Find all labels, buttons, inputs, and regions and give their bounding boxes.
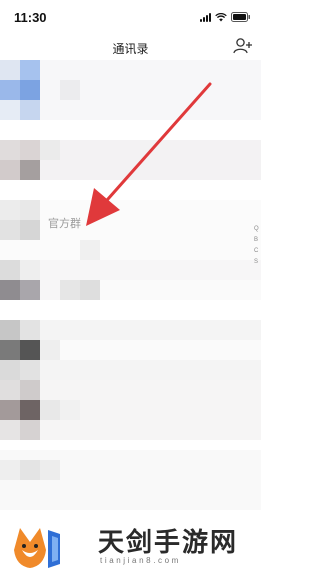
- avatar: [20, 60, 40, 80]
- avatar: [0, 140, 20, 160]
- avatar: [0, 360, 20, 380]
- avatar: [0, 380, 20, 400]
- fox-logo-icon: [10, 520, 68, 572]
- avatar: [0, 80, 20, 100]
- avatar: [0, 60, 20, 80]
- index-letter[interactable]: B: [254, 237, 259, 244]
- blurred-name: [40, 400, 60, 420]
- blurred-name: [80, 240, 100, 260]
- avatar: [0, 280, 20, 300]
- blurred-name: [40, 340, 60, 360]
- avatar: [0, 400, 20, 420]
- list-item[interactable]: [0, 380, 261, 440]
- avatar: [20, 280, 40, 300]
- avatar: [0, 100, 20, 120]
- avatar: [20, 160, 40, 180]
- blurred-name: [80, 280, 100, 300]
- list-item[interactable]: [0, 260, 261, 300]
- avatar: [20, 360, 40, 380]
- blurred-name: [60, 280, 80, 300]
- avatar: [20, 420, 40, 440]
- avatar: [20, 260, 40, 280]
- avatar: [20, 340, 40, 360]
- avatar: [20, 380, 40, 400]
- contact-name: 官方群: [48, 218, 81, 230]
- avatar: [0, 320, 20, 340]
- page-title: 通讯录: [112, 42, 149, 56]
- status-time: 11:30: [14, 9, 47, 25]
- avatar: [0, 460, 20, 480]
- list-item[interactable]: 官方群: [0, 200, 261, 260]
- list-item[interactable]: [0, 140, 261, 180]
- avatar: [0, 260, 20, 280]
- avatar: [0, 200, 20, 220]
- list-item[interactable]: [0, 450, 261, 510]
- blurred-name: [40, 460, 60, 480]
- contact-list: 官方群: [0, 60, 261, 510]
- list-item[interactable]: [0, 60, 261, 120]
- watermark-brand: 天剑手游网: [98, 528, 239, 558]
- status-bar: 11:30: [0, 0, 261, 34]
- battery-icon: [231, 12, 250, 22]
- index-letter[interactable]: C: [254, 248, 259, 255]
- avatar: [20, 100, 40, 120]
- list-item[interactable]: [0, 320, 261, 380]
- add-contact-icon[interactable]: [233, 37, 253, 55]
- index-letter[interactable]: Q: [254, 226, 259, 233]
- alphabet-index[interactable]: Q B C S: [254, 226, 259, 266]
- avatar: [20, 220, 40, 240]
- status-icons: [200, 12, 251, 22]
- avatar: [20, 400, 40, 420]
- blurred-name: [100, 280, 261, 300]
- blurred-name: [60, 400, 80, 420]
- avatar: [0, 220, 20, 240]
- avatar: [0, 420, 20, 440]
- avatar: [0, 160, 20, 180]
- avatar: [20, 460, 40, 480]
- wifi-icon: [215, 12, 227, 21]
- avatar: [20, 80, 40, 100]
- avatar: [0, 340, 20, 360]
- blurred-name: [40, 140, 60, 160]
- avatar: [20, 200, 40, 220]
- blurred-name: [60, 340, 261, 360]
- watermark-url: tianjian8.com: [100, 556, 181, 565]
- nav-bar: 通讯录: [0, 34, 261, 60]
- avatar: [20, 140, 40, 160]
- watermark-footer: 天剑手游网 tianjian8.com: [0, 512, 261, 572]
- blurred-name: [60, 80, 80, 100]
- index-letter[interactable]: S: [254, 259, 259, 266]
- signal-icon: [200, 12, 211, 22]
- avatar: [20, 320, 40, 340]
